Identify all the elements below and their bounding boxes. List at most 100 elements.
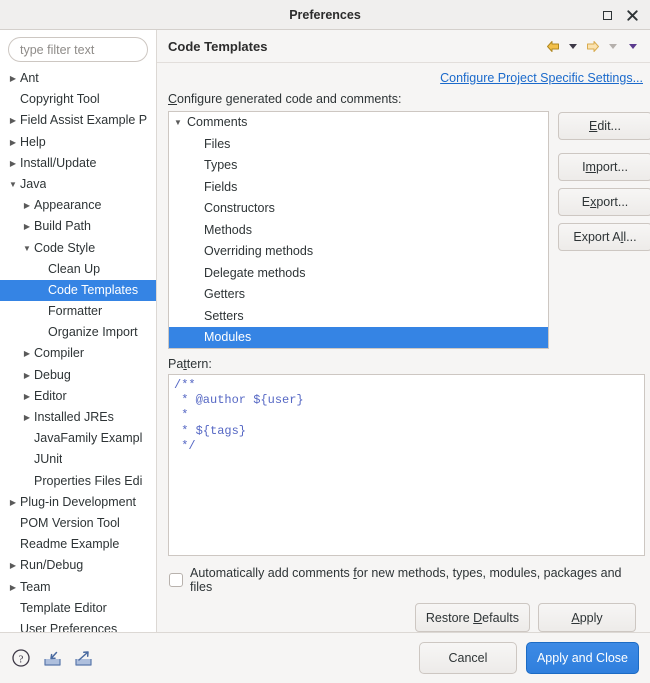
sidebar-item-label: Formatter — [48, 301, 102, 322]
template-item-files[interactable]: Files — [169, 134, 548, 156]
template-item-modules[interactable]: Modules — [169, 327, 548, 349]
navigation-toolbar — [544, 36, 641, 56]
template-item-label: Methods — [187, 220, 252, 242]
chevron-right-icon[interactable]: ▶ — [6, 577, 20, 598]
import-mnemonic: m — [586, 160, 596, 174]
cancel-button[interactable]: Cancel — [419, 642, 517, 674]
template-item-label: Modules — [187, 327, 251, 349]
template-item-overriding-methods[interactable]: Overriding methods — [169, 241, 548, 263]
restore-defaults-button[interactable]: Restore Defaults — [415, 603, 530, 632]
chevron-right-icon[interactable]: ▶ — [20, 365, 34, 386]
import-button[interactable]: Import... — [558, 153, 650, 181]
sidebar-item-template-editor[interactable]: Template Editor — [0, 598, 156, 619]
sidebar-item-java[interactable]: ▼Java — [0, 174, 156, 195]
sidebar-item-readme-example[interactable]: Readme Example — [0, 534, 156, 555]
sidebar-item-appearance[interactable]: ▶Appearance — [0, 195, 156, 216]
chevron-right-icon[interactable]: ▶ — [6, 132, 20, 153]
apply-mnemonic: A — [571, 611, 579, 625]
chevron-right-icon[interactable]: ▶ — [6, 492, 20, 513]
apply-and-close-button[interactable]: Apply and Close — [526, 642, 639, 674]
sidebar-item-plug-in-development[interactable]: ▶Plug-in Development — [0, 492, 156, 513]
chevron-right-icon[interactable]: ▶ — [20, 407, 34, 428]
code-templates-tree[interactable]: ▼CommentsFilesTypesFieldsConstructorsMet… — [168, 111, 549, 349]
sidebar-item-build-path[interactable]: ▶Build Path — [0, 216, 156, 237]
template-item-comments[interactable]: ▼Comments — [169, 112, 548, 134]
sidebar-item-run-debug[interactable]: ▶Run/Debug — [0, 555, 156, 576]
chevron-right-icon[interactable]: ▶ — [6, 555, 20, 576]
chevron-right-icon[interactable]: ▶ — [6, 110, 20, 131]
sidebar-item-properties-files-edi[interactable]: Properties Files Edi — [0, 471, 156, 492]
sidebar-item-team[interactable]: ▶Team — [0, 577, 156, 598]
template-item-label: Setters — [187, 306, 244, 328]
panel-menu-button[interactable] — [624, 36, 641, 56]
template-item-fields[interactable]: Fields — [169, 177, 548, 199]
forward-button[interactable] — [584, 36, 601, 56]
templates-row: ▼CommentsFilesTypesFieldsConstructorsMet… — [168, 111, 643, 349]
sidebar-item-label: Build Path — [34, 216, 91, 237]
sidebar-item-copyright-tool[interactable]: Copyright Tool — [0, 89, 156, 110]
configure-project-settings-link[interactable]: Configure Project Specific Settings... — [440, 71, 643, 85]
sidebar-item-javafamily-exampl[interactable]: JavaFamily Exampl — [0, 428, 156, 449]
maximize-button[interactable] — [598, 6, 616, 24]
auto-comments-row[interactable]: Automatically add comments for new metho… — [168, 556, 643, 594]
auto-comments-checkbox[interactable] — [169, 573, 183, 587]
chevron-down-icon[interactable]: ▼ — [169, 112, 187, 134]
chevron-right-icon[interactable]: ▶ — [20, 216, 34, 237]
sidebar-item-installed-jres[interactable]: ▶Installed JREs — [0, 407, 156, 428]
sidebar-item-clean-up[interactable]: Clean Up — [0, 259, 156, 280]
template-item-types[interactable]: Types — [169, 155, 548, 177]
template-item-setters[interactable]: Setters — [169, 306, 548, 328]
button-gap — [558, 147, 650, 152]
close-button[interactable] — [623, 6, 641, 24]
back-history-dropdown[interactable] — [564, 36, 581, 56]
sidebar-item-editor[interactable]: ▶Editor — [0, 386, 156, 407]
sidebar-item-help[interactable]: ▶Help — [0, 132, 156, 153]
sidebar-item-label: Code Style — [34, 238, 95, 259]
template-item-methods[interactable]: Methods — [169, 220, 548, 242]
sidebar-item-junit[interactable]: JUnit — [0, 449, 156, 470]
sidebar-item-organize-import[interactable]: Organize Import — [0, 322, 156, 343]
sidebar-item-compiler[interactable]: ▶Compiler — [0, 343, 156, 364]
sidebar-item-label: Help — [20, 132, 46, 153]
dialog-body: ▶AntCopyright Tool▶Field Assist Example … — [0, 30, 650, 632]
chevron-right-icon[interactable]: ▶ — [20, 386, 34, 407]
back-button[interactable] — [544, 36, 561, 56]
template-item-constructors[interactable]: Constructors — [169, 198, 548, 220]
sidebar-item-label: Installed JREs — [34, 407, 114, 428]
chevron-right-icon[interactable]: ▶ — [6, 68, 20, 89]
edit-button[interactable]: Edit... — [558, 112, 650, 140]
sidebar-item-code-style[interactable]: ▼Code Style — [0, 238, 156, 259]
template-item-getters[interactable]: Getters — [169, 284, 548, 306]
sidebar-item-code-templates[interactable]: Code Templates — [0, 280, 156, 301]
sidebar-item-label: Properties Files Edi — [34, 471, 142, 492]
edit-post: dit... — [597, 119, 621, 133]
sidebar-item-debug[interactable]: ▶Debug — [0, 365, 156, 386]
chevron-right-icon[interactable]: ▶ — [20, 343, 34, 364]
chevron-down-icon[interactable]: ▼ — [20, 238, 34, 259]
sidebar-item-label: POM Version Tool — [20, 513, 120, 534]
sidebar-item-label: Copyright Tool — [20, 89, 100, 110]
sidebar-item-ant[interactable]: ▶Ant — [0, 68, 156, 89]
apply-button[interactable]: Apply — [538, 603, 636, 632]
export-button[interactable]: Export... — [558, 188, 650, 216]
chevron-right-icon[interactable]: ▶ — [20, 195, 34, 216]
search-input[interactable] — [8, 37, 148, 62]
chevron-down-icon[interactable]: ▼ — [6, 174, 20, 195]
pattern-textarea[interactable]: /** * @author ${user} * * ${tags} */ — [168, 374, 645, 556]
chevron-right-icon[interactable]: ▶ — [6, 153, 20, 174]
forward-arrow-icon — [586, 40, 600, 53]
sidebar-item-label: Clean Up — [48, 259, 100, 280]
sidebar-item-pom-version-tool[interactable]: POM Version Tool — [0, 513, 156, 534]
export-pre: E — [582, 195, 590, 209]
export-all-button[interactable]: Export All... — [558, 223, 650, 251]
import-preferences-button[interactable] — [40, 646, 64, 670]
help-button[interactable]: ? — [9, 646, 33, 670]
sidebar-item-field-assist-example-p[interactable]: ▶Field Assist Example P — [0, 110, 156, 131]
sidebar-item-formatter[interactable]: Formatter — [0, 301, 156, 322]
export-preferences-button[interactable] — [71, 646, 95, 670]
sidebar-item-user-preferences[interactable]: User Preferences — [0, 619, 156, 632]
configure-label-post: onfigure generated code and comments: — [177, 92, 401, 106]
sidebar-item-install-update[interactable]: ▶Install/Update — [0, 153, 156, 174]
template-item-delegate-methods[interactable]: Delegate methods — [169, 263, 548, 285]
preferences-tree[interactable]: ▶AntCopyright Tool▶Field Assist Example … — [0, 67, 156, 632]
